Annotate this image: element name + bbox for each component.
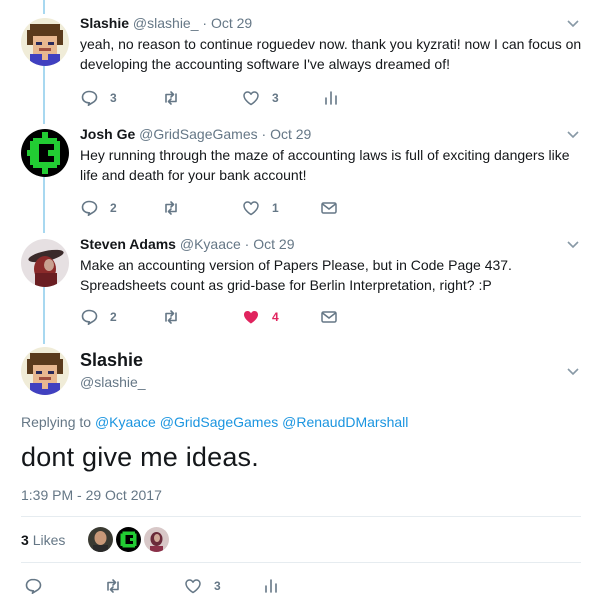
divider	[21, 516, 581, 517]
tweet-header: Steven Adams @Kyaace · Oct 29	[80, 235, 294, 253]
replying-to-label: Replying to	[21, 414, 92, 430]
analytics-icon	[265, 579, 277, 593]
author-name[interactable]: Steven Adams	[80, 236, 176, 252]
liker-avatar[interactable]	[116, 527, 141, 552]
reply-button[interactable]: 3	[80, 88, 117, 108]
green-circuit-logo-icon[interactable]	[21, 129, 69, 177]
main-author-name[interactable]: Slashie	[80, 350, 143, 371]
red-hat-photo-icon[interactable]	[21, 239, 69, 287]
pixel-portrait-icon[interactable]	[21, 347, 69, 395]
separator-dot: ·	[261, 126, 267, 142]
tweet-actions: 2 1	[80, 198, 540, 218]
author-name[interactable]: Slashie	[80, 15, 129, 31]
tweet-header: Josh Ge @GridSageGames · Oct 29	[80, 125, 311, 143]
mention-link[interactable]: @RenaudDMarshall	[282, 414, 408, 430]
retweet-button[interactable]	[162, 198, 180, 218]
pixel-portrait-icon[interactable]	[21, 18, 69, 66]
tweet-text: Make an accounting version of Papers Ple…	[80, 257, 512, 293]
tweet-actions: 2 4	[80, 307, 540, 327]
mention-link[interactable]: @Kyaace	[95, 414, 156, 430]
main-author-handle[interactable]: @slashie_	[80, 374, 146, 390]
tweet-actions: 3 3	[80, 88, 540, 108]
chevron-down-icon[interactable]	[566, 237, 580, 251]
author-name[interactable]: Josh Ge	[80, 126, 135, 142]
tweet-time[interactable]: Oct 29	[211, 15, 252, 31]
mail-icon	[321, 311, 337, 323]
chevron-down-icon[interactable]	[566, 364, 580, 378]
retweet-icon	[165, 91, 177, 105]
tweet-header: Slashie @slashie_ · Oct 29	[80, 14, 252, 32]
liker-avatar[interactable]	[144, 527, 169, 552]
mail-icon	[321, 202, 337, 214]
reply-icon	[81, 200, 98, 216]
author-handle[interactable]: @GridSageGames	[139, 126, 257, 142]
retweet-icon	[165, 310, 177, 324]
thread-line	[43, 0, 45, 14]
like-count: 3	[214, 579, 221, 593]
heart-outline-icon	[243, 201, 259, 216]
like-count: 1	[272, 201, 279, 215]
like-count: 3	[272, 91, 279, 105]
reply-count: 2	[110, 310, 117, 324]
tweet-text: Hey running through the maze of accounti…	[80, 147, 570, 183]
reply-tweet[interactable]: Steven Adams @Kyaace · Oct 29 Make an ac…	[0, 235, 598, 335]
tweet-time[interactable]: Oct 29	[270, 126, 311, 142]
like-button[interactable]: 3	[184, 576, 221, 596]
analytics-icon	[325, 91, 337, 105]
main-tweet-actions: 3	[24, 576, 324, 596]
separator-dot: ·	[244, 236, 250, 252]
reply-tweet[interactable]: Josh Ge @GridSageGames · Oct 29 Hey runn…	[0, 125, 598, 225]
like-button[interactable]: 3	[242, 88, 279, 108]
divider	[21, 562, 581, 563]
heart-filled-icon	[244, 311, 258, 324]
analytics-button[interactable]	[262, 576, 280, 596]
author-handle[interactable]: @slashie_	[133, 15, 199, 31]
direct-message-button[interactable]	[320, 198, 338, 218]
retweet-icon	[107, 579, 119, 593]
likes-stat[interactable]: 3 Likes	[21, 532, 65, 548]
reply-icon	[81, 90, 98, 106]
liker-avatars	[88, 527, 169, 552]
reply-button[interactable]	[24, 576, 42, 596]
tweet-time[interactable]: Oct 29	[253, 236, 294, 252]
reply-button[interactable]: 2	[80, 307, 117, 327]
retweet-button[interactable]	[162, 88, 180, 108]
chevron-down-icon[interactable]	[566, 16, 580, 30]
likes-label: Likes	[32, 532, 66, 548]
like-count: 4	[272, 310, 279, 324]
reply-count: 2	[110, 201, 117, 215]
tweet-text: yeah, no reason to continue roguedev now…	[80, 36, 582, 72]
author-handle[interactable]: @Kyaace	[180, 236, 241, 252]
reply-icon	[81, 309, 98, 325]
reply-icon	[25, 578, 42, 594]
mention-link[interactable]: @GridSageGames	[160, 414, 278, 430]
likes-count: 3	[21, 532, 29, 548]
reply-button[interactable]: 2	[80, 198, 117, 218]
replying-to: Replying to @Kyaace @GridSageGames @Rena…	[21, 414, 408, 430]
like-button[interactable]: 4	[242, 307, 279, 327]
direct-message-button[interactable]	[320, 307, 338, 327]
reply-count: 3	[110, 91, 117, 105]
retweet-button[interactable]	[104, 576, 122, 596]
reply-tweet[interactable]: Slashie @slashie_ · Oct 29 yeah, no reas…	[0, 14, 598, 114]
heart-outline-icon	[185, 579, 201, 594]
liker-avatar[interactable]	[88, 527, 113, 552]
like-button[interactable]: 1	[242, 198, 279, 218]
retweet-icon	[165, 201, 177, 215]
chevron-down-icon[interactable]	[566, 127, 580, 141]
heart-outline-icon	[243, 91, 259, 106]
main-tweet-timestamp[interactable]: 1:39 PM - 29 Oct 2017	[21, 487, 162, 503]
separator-dot: ·	[202, 15, 208, 31]
retweet-button[interactable]	[162, 307, 180, 327]
analytics-button[interactable]	[322, 88, 340, 108]
main-tweet-text: dont give me ideas.	[21, 442, 259, 472]
